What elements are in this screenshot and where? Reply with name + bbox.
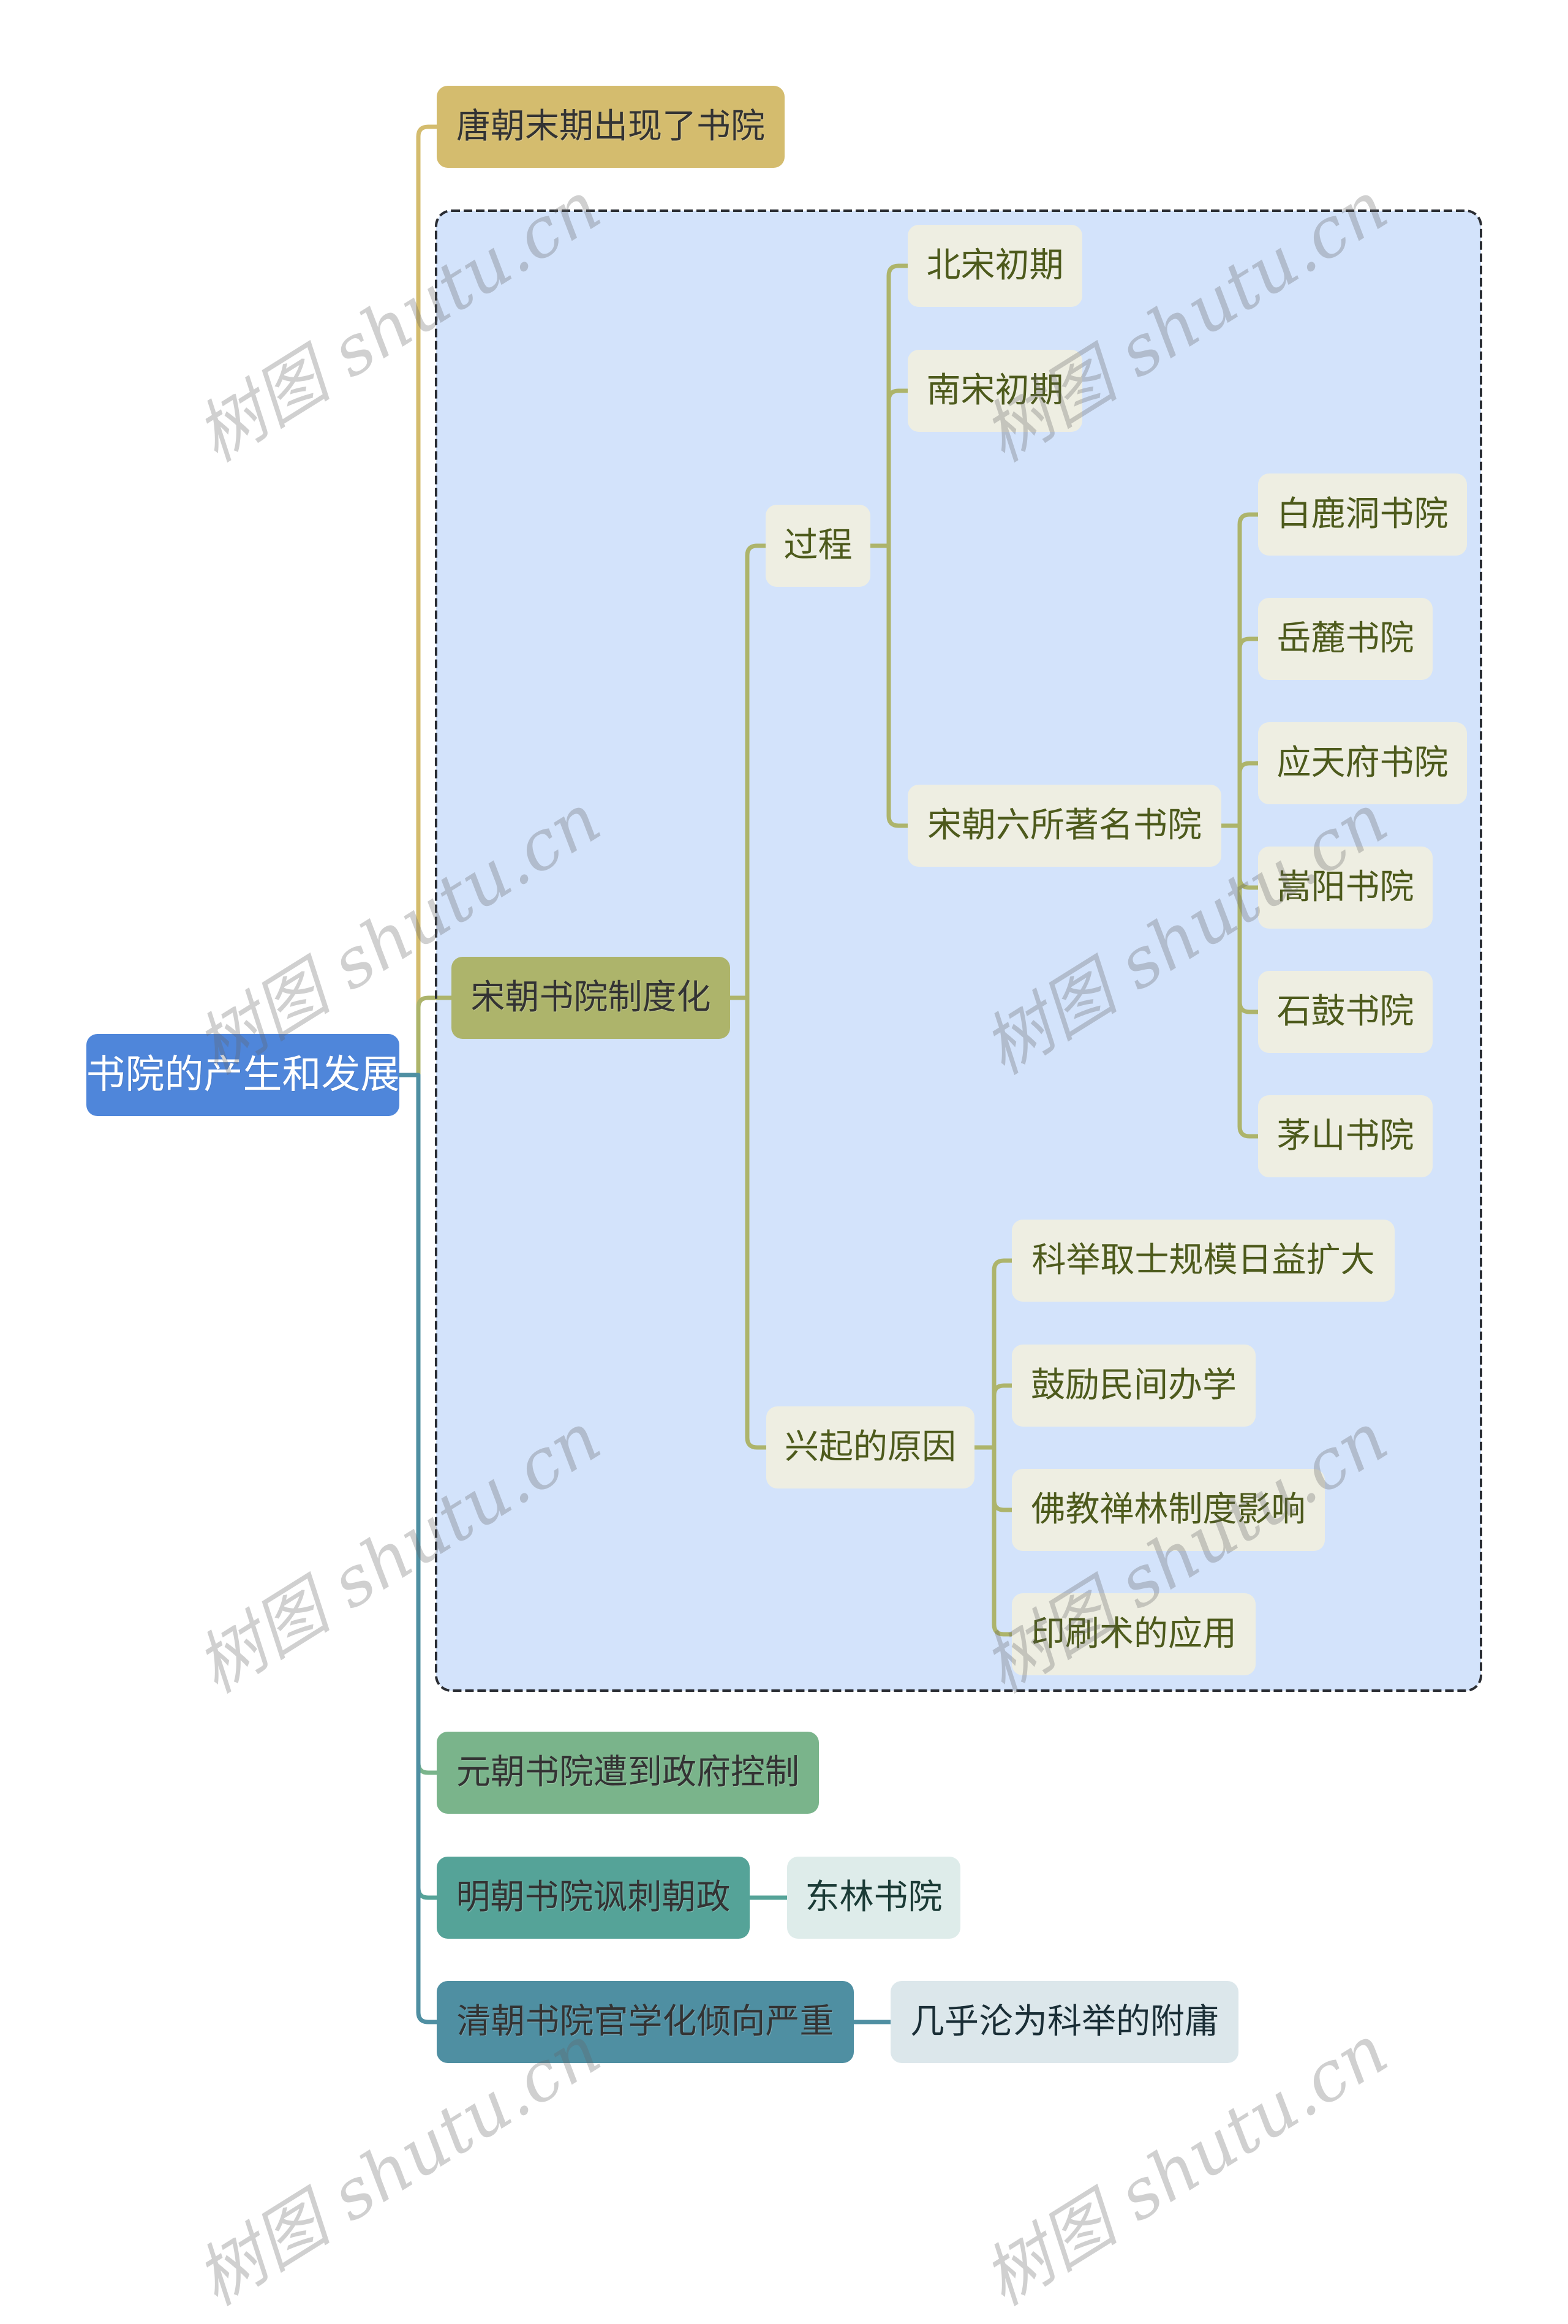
academy-label: 石鼓书院 [1276,992,1414,1032]
academy-label: 岳麓书院 [1276,619,1414,658]
subtopic-label: 几乎沦为科举的附庸 [910,2002,1219,2042]
academy-item[interactable]: 石鼓书院 [1258,971,1433,1053]
reason-item[interactable]: 鼓励民间办学 [1012,1345,1256,1427]
topic-qing[interactable]: 清朝书院官学化倾向严重 [437,1981,854,2063]
subtopic-guocheng[interactable]: 过程 [766,505,870,587]
topic-tang[interactable]: 唐朝末期出现了书院 [437,86,785,168]
reason-label: 印刷术的应用 [1031,1614,1237,1654]
academy-item[interactable]: 嵩阳书院 [1258,847,1433,929]
connector-tang [397,124,439,1077]
subtopic-label: 东林书院 [805,1877,943,1917]
academy-label: 嵩阳书院 [1276,867,1414,907]
academy-label: 白鹿洞书院 [1276,494,1449,534]
academy-label: 应天府书院 [1276,743,1449,783]
academy-item[interactable]: 应天府书院 [1258,722,1467,804]
academy-label: 茅山书院 [1276,1116,1414,1156]
topic-label: 清朝书院官学化倾向严重 [456,2002,834,2042]
reason-label: 鼓励民间办学 [1031,1365,1237,1405]
subtopic-reasons[interactable]: 兴起的原因 [766,1406,974,1488]
topic-label: 宋朝书院制度化 [470,978,711,1017]
subtopic-label: 兴起的原因 [785,1427,956,1467]
academy-item[interactable]: 茅山书院 [1258,1095,1433,1177]
academy-item[interactable]: 岳麓书院 [1258,598,1433,680]
reason-item[interactable]: 佛教禅林制度影响 [1012,1469,1325,1551]
academy-item[interactable]: 白鹿洞书院 [1258,473,1467,556]
root-topic[interactable]: 书院的产生和发展 [86,1034,400,1116]
topic-yuan[interactable]: 元朝书院遭到政府控制 [437,1732,819,1814]
reason-label: 佛教禅林制度影响 [1031,1490,1306,1530]
reason-item[interactable]: 科举取士规模日益扩大 [1012,1220,1395,1302]
subtopic-jihu[interactable]: 几乎沦为科举的附庸 [891,1981,1238,2063]
subtopic-donglin[interactable]: 东林书院 [787,1857,960,1939]
reason-item[interactable]: 印刷术的应用 [1012,1593,1256,1675]
topic-label: 元朝书院遭到政府控制 [456,1752,799,1792]
reason-label: 科举取士规模日益扩大 [1031,1240,1375,1280]
root-topic-label: 书院的产生和发展 [86,1052,400,1098]
subtopic-label: 宋朝六所著名书院 [927,805,1202,845]
subtopic-label: 北宋初期 [926,246,1064,285]
topic-ming[interactable]: 明朝书院讽刺朝政 [437,1857,750,1939]
topic-song[interactable]: 宋朝书院制度化 [451,957,730,1039]
subtopic-six-academies[interactable]: 宋朝六所著名书院 [908,785,1221,867]
topic-label: 唐朝末期出现了书院 [456,107,765,146]
subtopic-beisong[interactable]: 北宋初期 [908,225,1082,307]
subtopic-label: 南宋初期 [926,371,1064,410]
subtopic-label: 过程 [783,526,853,565]
connector-qing [397,1073,439,2024]
subtopic-nansong[interactable]: 南宋初期 [908,350,1082,432]
topic-label: 明朝书院讽刺朝政 [456,1877,731,1917]
